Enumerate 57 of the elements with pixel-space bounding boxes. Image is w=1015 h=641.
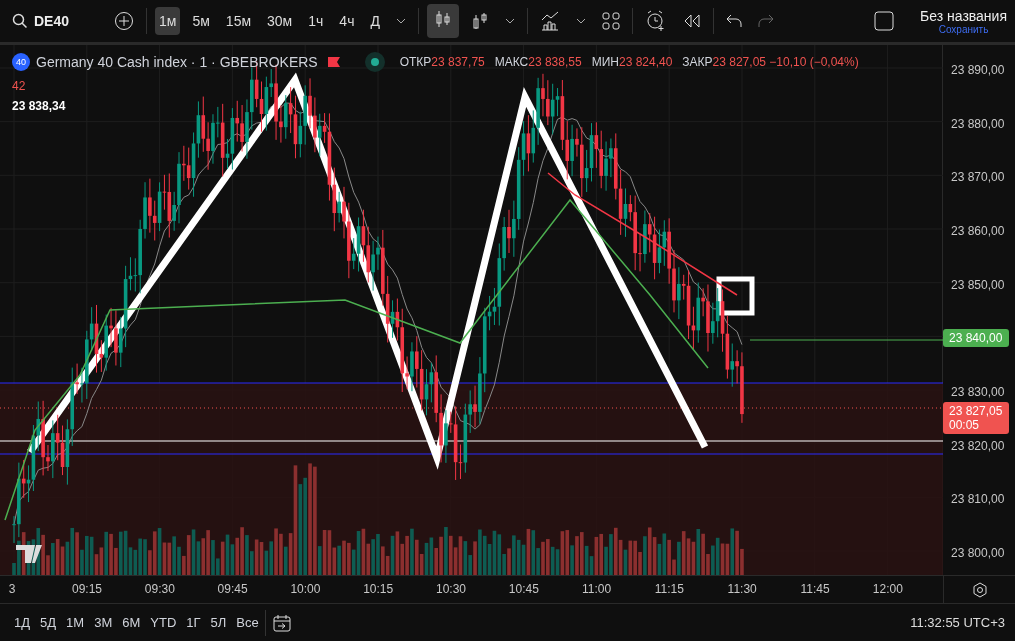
ohlc-label: МАКС [494,55,529,69]
time-label: 12:00 [872,582,903,596]
ohlc-label: ОТКР [399,55,432,69]
price-label: 23 830,00 [951,385,1005,399]
range-button[interactable]: YTD [146,611,181,634]
price-label: 23 860,00 [951,224,1005,238]
range-button[interactable]: 1М [62,611,89,634]
indicator-value: 42 [12,79,26,93]
time-label: 11:00 [582,582,612,596]
interval-button[interactable]: 1ч [304,7,328,35]
price-label: 23 870,00 [951,170,1005,185]
interval-button[interactable]: 1м [155,7,181,35]
time-label: 10:30 [436,582,466,596]
ohlc-value: 23 827,05 −10,10 (−0,04%) [712,55,859,69]
price-label: 23 850,00 [951,277,1005,292]
time-label: 10:00 [290,582,321,596]
range-button[interactable]: 1Г [182,611,205,634]
range-button[interactable]: Все [232,611,263,634]
time-label: 10:15 [363,582,394,596]
last-price-tag: 23 827,05 00:05 [943,402,1009,434]
time-label: 09:15 [72,582,102,596]
price-label: 23 880,00 [951,116,1005,131]
crosshair-price: 23 838,34 [12,99,66,113]
time-label: 11:30 [727,582,757,596]
symbol-badge: 40 [12,53,30,71]
ohlc-label: МИН [591,55,619,69]
time-label: 09:30 [144,582,175,596]
price-label: 23 890,00 [951,63,1005,77]
time-label: 09:45 [217,582,248,596]
symbol-search[interactable]: DE40 [12,13,102,29]
ohlc-value: 23 838,55 [528,55,582,69]
ohlc-value: 23 824,40 [618,55,673,69]
chart-title: Germany 40 Cash index · 1 · GBEBROKERS [36,54,318,70]
symbol-name: DE40 [34,13,70,29]
save-link[interactable]: Сохранить [938,23,989,35]
interval-button[interactable]: Д [366,7,384,35]
range-button[interactable]: 3М [90,611,117,634]
interval-button[interactable]: 30м [263,7,297,35]
price-tag: 23 840,00 [943,329,1009,348]
interval-button[interactable]: 5м [188,7,214,35]
ohlc-label: ЗАКР [682,55,713,69]
interval-button[interactable]: 15м [221,7,256,35]
time-label: 11:45 [800,582,830,596]
ohlc-value: 23 837,75 [431,55,485,69]
price-label: 23 810,00 [951,492,1005,507]
interval-button[interactable]: 4ч [335,7,359,35]
range-button[interactable]: 1Д [10,611,35,634]
range-button[interactable]: 6М [118,611,145,634]
time-label: 11:15 [654,582,684,596]
time-label: 10:45 [508,582,539,596]
layout-title[interactable]: Без названия [920,7,1007,24]
range-button[interactable]: 5Д [36,611,61,634]
price-label: 23 800,00 [951,546,1005,560]
price-label: 23 820,00 [951,438,1005,453]
time-label: 3 [8,582,16,596]
clock: 11:32:55 UTC+3 [910,615,1005,630]
range-button[interactable]: 5Л [206,611,231,634]
